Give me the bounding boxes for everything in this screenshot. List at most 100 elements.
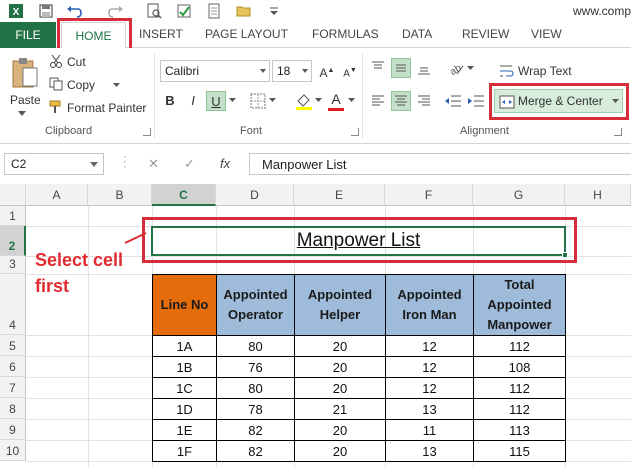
cell-iron-man[interactable]: 13: [385, 398, 474, 420]
header-appointed-iron-man[interactable]: Appointed Iron Man: [385, 274, 474, 336]
print-preview-icon[interactable]: [146, 3, 162, 19]
cell-iron-man[interactable]: 11: [385, 419, 474, 441]
row-header-7[interactable]: 7: [0, 377, 26, 398]
borders-dropdown-icon[interactable]: [269, 98, 276, 103]
column-header-f[interactable]: F: [385, 184, 473, 206]
font-size-combo[interactable]: 18: [272, 60, 312, 82]
paste-dropdown-icon[interactable]: [18, 111, 26, 117]
increase-font-size-icon[interactable]: A▲: [317, 61, 337, 81]
align-right-icon[interactable]: [416, 93, 432, 109]
save-icon[interactable]: [38, 3, 54, 19]
cell-total[interactable]: 112: [473, 398, 566, 420]
top-align-icon[interactable]: [370, 60, 386, 76]
column-header-g[interactable]: G: [473, 184, 565, 206]
column-header-d[interactable]: D: [216, 184, 294, 206]
underline-button[interactable]: U: [206, 91, 226, 111]
paste-icon[interactable]: [10, 56, 40, 90]
copy-button[interactable]: Copy: [67, 78, 95, 92]
tab-view[interactable]: VIEW: [531, 27, 562, 41]
font-dialog-launcher-icon[interactable]: [351, 128, 359, 136]
open-file-icon[interactable]: [236, 3, 252, 19]
cell-helper[interactable]: 20: [294, 335, 386, 357]
cell-operator[interactable]: 80: [216, 335, 295, 357]
increase-indent-icon[interactable]: [467, 93, 485, 109]
underline-dropdown-icon[interactable]: [229, 98, 236, 103]
cell-operator[interactable]: 82: [216, 419, 295, 441]
row-header-10[interactable]: 10: [0, 440, 26, 461]
cell-helper[interactable]: 20: [294, 356, 386, 378]
cell-total[interactable]: 108: [473, 356, 566, 378]
font-name-combo[interactable]: Calibri: [160, 60, 270, 82]
cell-iron-man[interactable]: 12: [385, 377, 474, 399]
cell-total[interactable]: 112: [473, 377, 566, 399]
header-appointed-operator[interactable]: Appointed Operator: [216, 274, 295, 336]
select-all-corner[interactable]: [0, 184, 26, 206]
bottom-align-icon[interactable]: [416, 60, 432, 76]
row-header-2[interactable]: 2: [0, 226, 26, 256]
format-painter-icon[interactable]: [49, 100, 63, 114]
name-box[interactable]: C2: [4, 153, 104, 175]
cell-operator[interactable]: 80: [216, 377, 295, 399]
cell-helper[interactable]: 21: [294, 398, 386, 420]
cell-total[interactable]: 112: [473, 335, 566, 357]
cell-line-no[interactable]: 1E: [152, 419, 217, 441]
paste-button[interactable]: Paste: [10, 93, 41, 107]
cell-helper[interactable]: 20: [294, 440, 386, 462]
header-appointed-helper[interactable]: Appointed Helper: [294, 274, 386, 336]
column-header-c[interactable]: C: [152, 184, 216, 206]
middle-align-button[interactable]: [391, 58, 411, 78]
align-left-icon[interactable]: [370, 93, 386, 109]
cell-operator[interactable]: 82: [216, 440, 295, 462]
center-align-button[interactable]: [391, 91, 411, 111]
cell-iron-man[interactable]: 13: [385, 440, 474, 462]
confirm-entry-icon[interactable]: ✓: [184, 156, 195, 172]
fill-color-dropdown-icon[interactable]: [315, 98, 322, 103]
row-header-1[interactable]: 1: [0, 206, 26, 226]
orientation-icon[interactable]: ab: [447, 60, 465, 76]
insert-function-icon[interactable]: fx: [220, 156, 230, 171]
cell-iron-man[interactable]: 12: [385, 335, 474, 357]
format-painter-button[interactable]: Format Painter: [67, 101, 146, 115]
font-color-icon[interactable]: A: [326, 89, 346, 109]
copy-icon[interactable]: [49, 77, 63, 91]
cell-helper[interactable]: 20: [294, 377, 386, 399]
row-header-8[interactable]: 8: [0, 398, 26, 419]
wrap-text-button[interactable]: Wrap Text: [518, 64, 572, 78]
row-header-6[interactable]: 6: [0, 356, 26, 377]
header-total-manpower[interactable]: Total Appointed Manpower: [473, 274, 566, 336]
bold-button[interactable]: B: [160, 91, 180, 111]
cell-line-no[interactable]: 1B: [152, 356, 217, 378]
row-header-9[interactable]: 9: [0, 419, 26, 440]
header-line-no[interactable]: Line No: [152, 274, 217, 336]
clipboard-dialog-launcher-icon[interactable]: [143, 128, 151, 136]
cell-line-no[interactable]: 1D: [152, 398, 217, 420]
copy-dropdown-icon[interactable]: [113, 83, 120, 88]
column-header-e[interactable]: E: [294, 184, 385, 206]
cut-icon[interactable]: [49, 54, 63, 68]
cut-button[interactable]: Cut: [67, 55, 86, 69]
customize-qat-icon[interactable]: [266, 3, 282, 19]
decrease-indent-icon[interactable]: [444, 93, 462, 109]
cell-operator[interactable]: 76: [216, 356, 295, 378]
cell-helper[interactable]: 20: [294, 419, 386, 441]
alignment-dialog-launcher-icon[interactable]: [614, 128, 622, 136]
tab-file[interactable]: FILE: [0, 22, 56, 48]
tab-review[interactable]: REVIEW: [462, 27, 509, 41]
tab-data[interactable]: DATA: [402, 27, 432, 41]
new-document-icon[interactable]: [206, 3, 222, 19]
font-color-dropdown-icon[interactable]: [348, 98, 355, 103]
row-header-5[interactable]: 5: [0, 335, 26, 356]
tab-insert[interactable]: INSERT: [139, 27, 183, 41]
cell-total[interactable]: 115: [473, 440, 566, 462]
tab-page-layout[interactable]: PAGE LAYOUT: [205, 27, 288, 41]
cancel-entry-icon[interactable]: ✕: [148, 156, 159, 172]
row-header-4[interactable]: 4: [0, 274, 26, 335]
cell-total[interactable]: 113: [473, 419, 566, 441]
undo-icon[interactable]: [66, 3, 82, 19]
cell-line-no[interactable]: 1C: [152, 377, 217, 399]
cell-line-no[interactable]: 1F: [152, 440, 217, 462]
column-header-b[interactable]: B: [88, 184, 152, 206]
fill-color-icon[interactable]: [295, 92, 313, 110]
cell-line-no[interactable]: 1A: [152, 335, 217, 357]
italic-button[interactable]: I: [183, 91, 203, 111]
